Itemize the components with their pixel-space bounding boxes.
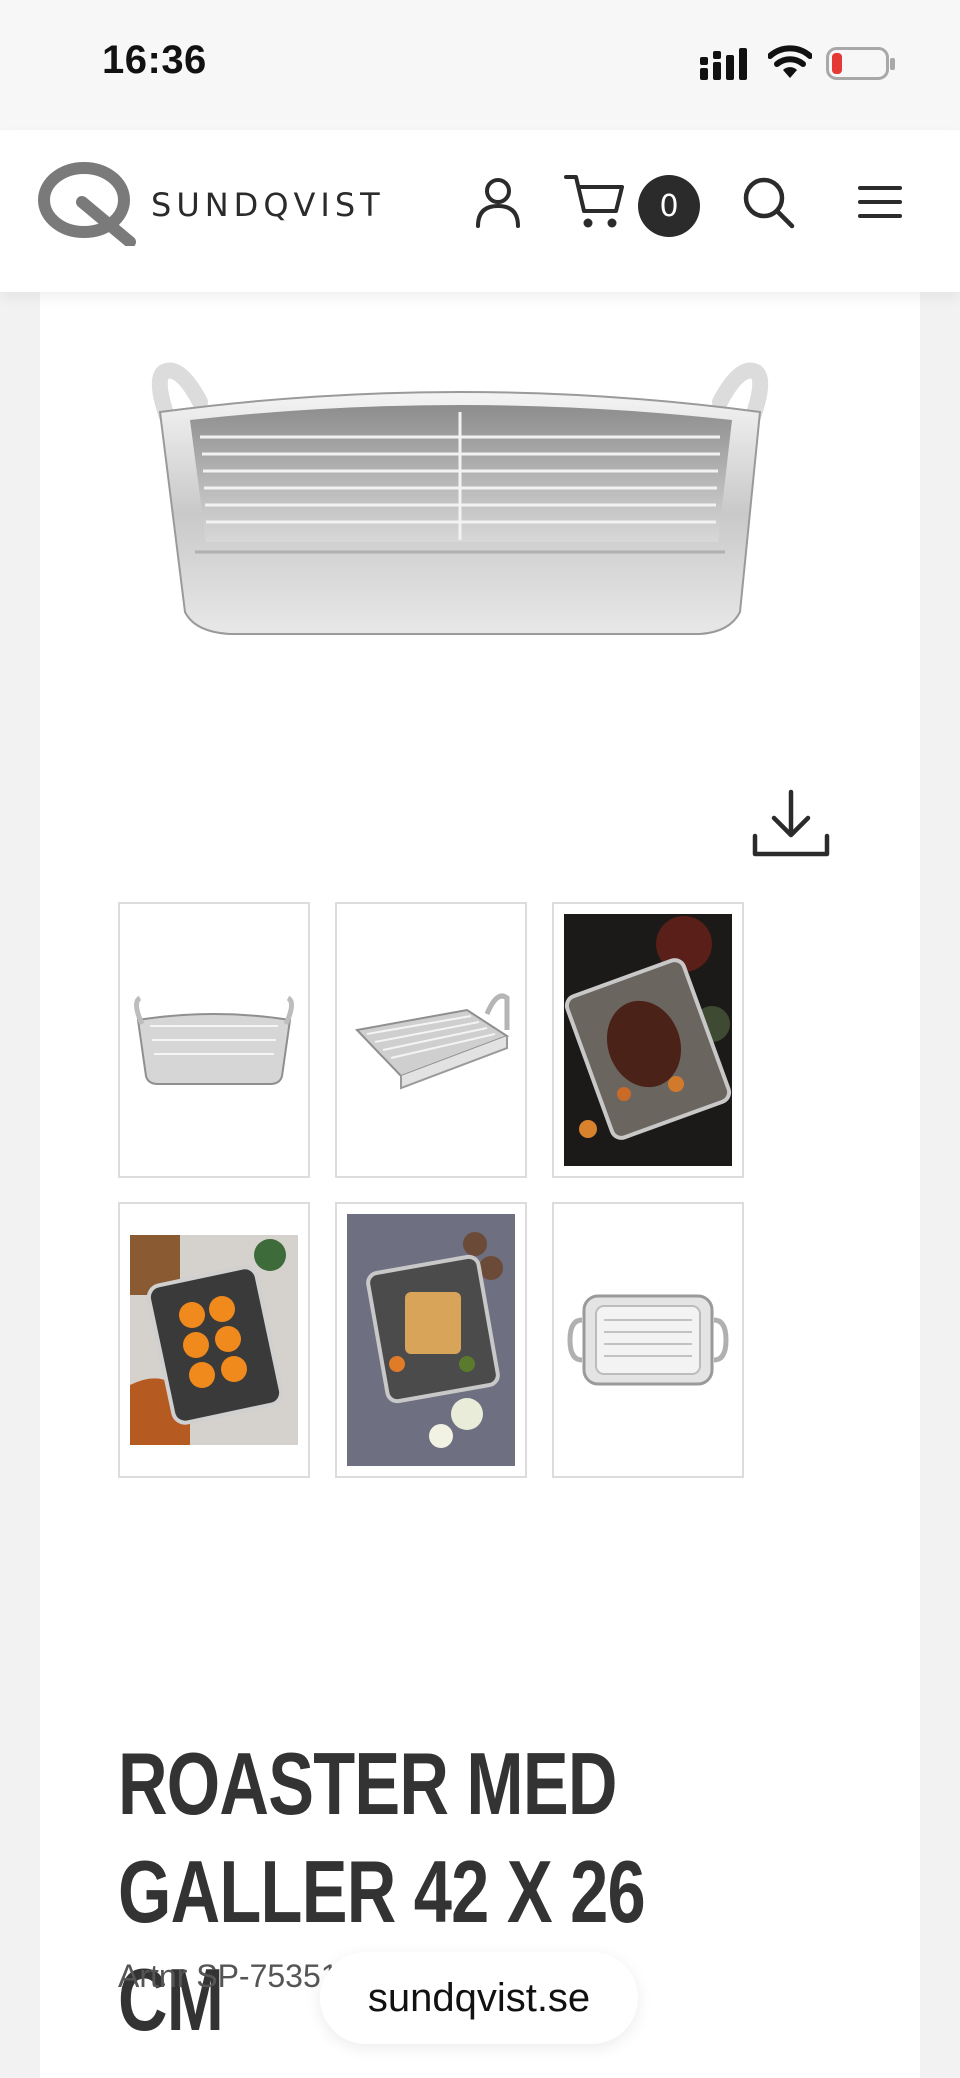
site-header: SUNDQVIST 0 (0, 130, 960, 292)
product-card: ROASTER MED GALLER 42 X 26 CM Artnr SP-7… (40, 292, 920, 2078)
thumb-roaster-angle[interactable] (335, 902, 527, 1178)
article-number: Artnr SP-75351 (118, 1958, 339, 1994)
sundqvist-logo-icon[interactable] (38, 160, 138, 251)
status-bar: 16:36 (0, 0, 960, 130)
battery-low-icon (826, 47, 896, 86)
menu-icon[interactable] (850, 172, 910, 232)
status-time: 16:36 (102, 38, 207, 82)
brand-name[interactable]: SUNDQVIST (151, 186, 385, 224)
cart-icon[interactable] (562, 172, 628, 232)
cart-count-badge[interactable]: 0 (638, 175, 700, 237)
account-icon[interactable] (468, 172, 528, 232)
wifi-icon (767, 44, 813, 85)
cellular-signal-icon (700, 48, 752, 85)
browser-url-pill[interactable]: sundqvist.se (320, 1952, 638, 2044)
search-icon[interactable] (738, 172, 798, 232)
thumb-roaster-front[interactable] (118, 902, 310, 1178)
thumb-roast-with-veg[interactable] (335, 1202, 527, 1478)
roaster-main-image[interactable] (120, 342, 800, 672)
thumb-squash-dish[interactable] (118, 1202, 310, 1478)
thumb-roaster-top[interactable] (552, 1202, 744, 1478)
thumb-roast-dish-dark[interactable] (552, 902, 744, 1178)
download-icon[interactable] (750, 788, 832, 868)
